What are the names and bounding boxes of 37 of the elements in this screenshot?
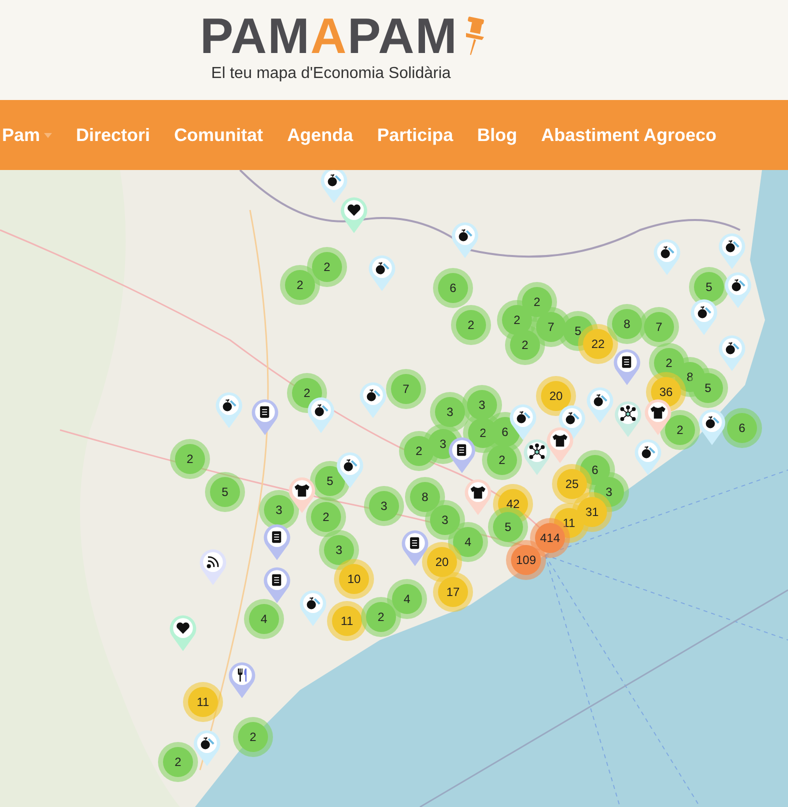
fruit-pin-icon[interactable] [509, 403, 537, 441]
heart-pin-icon[interactable] [340, 196, 368, 234]
shirt-pin-icon[interactable] [644, 398, 672, 436]
fruit-pin-icon[interactable] [586, 386, 614, 424]
fruit-pin-icon[interactable] [320, 170, 348, 204]
shirt-pin-icon[interactable] [288, 476, 316, 514]
document-pin-icon[interactable] [613, 348, 641, 386]
fruit-pin-icon[interactable] [368, 254, 396, 292]
cutlery-pin-icon[interactable] [228, 661, 256, 699]
shirt-pin-icon[interactable] [464, 478, 492, 516]
fruit-pin-icon[interactable] [690, 298, 718, 336]
shirt-pin-icon[interactable] [546, 426, 574, 464]
fruit-pin-icon[interactable] [299, 589, 327, 627]
fruit-pin-icon[interactable] [698, 408, 726, 446]
fruit-pin-icon[interactable] [634, 438, 662, 476]
fruit-pin-icon[interactable] [336, 451, 364, 489]
fruit-pin-icon[interactable] [307, 396, 335, 434]
map[interactable]: 2 2 6 2 2 2 7 2 5 22 8 7 5 2 8 36 5 2 6 2 7 20 3 3 2 6 3 2 2 2 5 5 3 2 3 8 3 6 25 3 42 31 5 11 4 3 20 414 109 10 17 4 4 11 2 11 2 2 [0, 170, 788, 807]
tagline: El teu mapa d'Economia Solidària [211, 64, 451, 84]
fruit-pin-icon[interactable] [724, 271, 752, 309]
document-pin-icon[interactable] [448, 436, 476, 474]
fruit-pin-icon[interactable] [653, 238, 681, 276]
heart-pin-icon[interactable] [169, 614, 197, 652]
fruit-pin-icon[interactable] [718, 334, 746, 372]
logo-wordmark[interactable]: PAMAPAM [200, 14, 458, 58]
document-pin-icon[interactable] [401, 529, 429, 567]
network-pin-icon[interactable] [523, 438, 551, 476]
fruit-pin-icon[interactable] [451, 221, 479, 259]
document-pin-icon[interactable] [263, 566, 291, 604]
fruit-pin-icon[interactable] [718, 232, 746, 270]
fruit-pin-icon[interactable] [193, 729, 221, 767]
document-pin-icon[interactable] [263, 523, 291, 561]
document-pin-icon[interactable] [251, 398, 279, 436]
network-pin-icon[interactable] [614, 400, 642, 438]
signal-pin-icon[interactable] [199, 548, 227, 586]
fruit-pin-icon[interactable] [215, 391, 243, 429]
fruit-pin-icon[interactable] [359, 381, 387, 419]
